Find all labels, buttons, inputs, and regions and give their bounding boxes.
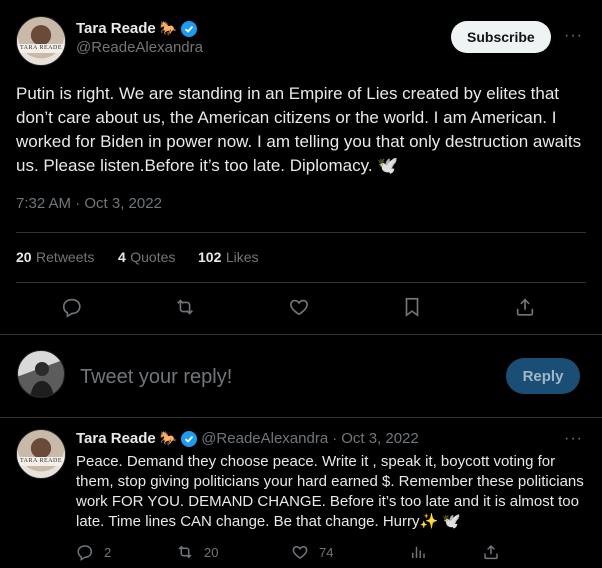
user-avatar[interactable] bbox=[17, 350, 65, 398]
reply-input[interactable] bbox=[78, 365, 482, 390]
reply-separator: · bbox=[332, 430, 338, 447]
reply-more-options-icon[interactable]: ··· bbox=[564, 430, 583, 448]
avatar-caption: TARA READE bbox=[17, 44, 65, 53]
reply-likes-action[interactable]: 74 bbox=[291, 543, 333, 561]
reply-author-name[interactable]: Tara Reade bbox=[76, 430, 156, 447]
retweet-icon bbox=[176, 543, 194, 561]
likes-count: 74 bbox=[319, 544, 334, 560]
reply-button[interactable]: Reply bbox=[506, 358, 580, 394]
reply-author-avatar[interactable]: TARA READE bbox=[16, 429, 66, 479]
likes-count: 102 bbox=[198, 249, 222, 265]
bookmark-icon[interactable] bbox=[401, 296, 423, 318]
reply-retweets-action[interactable]: 20 bbox=[176, 543, 218, 561]
divider bbox=[16, 232, 586, 233]
views-icon[interactable] bbox=[409, 543, 427, 561]
quotes-label: Quotes bbox=[130, 249, 176, 265]
like-icon[interactable] bbox=[288, 296, 310, 318]
retweet-icon[interactable] bbox=[174, 296, 196, 318]
replies-count: 2 bbox=[104, 544, 112, 560]
share-icon[interactable] bbox=[482, 543, 500, 561]
reply-icon[interactable] bbox=[61, 296, 83, 318]
reply-author-handle[interactable]: @ReadeAlexandra bbox=[201, 430, 328, 447]
verified-badge-icon bbox=[181, 430, 198, 447]
retweets-count: 20 bbox=[16, 249, 32, 265]
verified-badge-icon bbox=[181, 20, 198, 37]
tweet-timestamp[interactable]: 7:32 AM · Oct 3, 2022 bbox=[16, 195, 162, 212]
quotes-stat[interactable]: 4 Quotes bbox=[118, 249, 175, 267]
likes-stat[interactable]: 102 Likes bbox=[198, 249, 259, 267]
reply-replies-action[interactable]: 2 bbox=[76, 543, 111, 561]
author-name[interactable]: Tara Reade bbox=[76, 20, 156, 37]
divider bbox=[0, 334, 602, 335]
reply-icon bbox=[76, 543, 94, 561]
more-options-icon[interactable]: ··· bbox=[564, 27, 583, 45]
retweets-label: Retweets bbox=[36, 249, 95, 265]
divider bbox=[16, 282, 586, 283]
share-icon[interactable] bbox=[514, 296, 536, 318]
reply-text: Peace. Demand they choose peace. Write i… bbox=[76, 453, 584, 530]
retweets-count: 20 bbox=[204, 544, 219, 560]
subscribe-button[interactable]: Subscribe bbox=[451, 21, 551, 53]
avatar-caption: TARA READE bbox=[17, 457, 65, 466]
divider bbox=[0, 417, 602, 418]
reply-date[interactable]: Oct 3, 2022 bbox=[341, 430, 419, 447]
like-icon bbox=[291, 543, 309, 561]
horse-emoji: 🐎 bbox=[159, 20, 178, 36]
quotes-count: 4 bbox=[118, 249, 126, 265]
likes-label: Likes bbox=[225, 249, 259, 265]
retweets-stat[interactable]: 20 Retweets bbox=[16, 249, 94, 267]
tweet-text: Putin is right. We are standing in an Em… bbox=[16, 84, 582, 175]
author-avatar[interactable]: TARA READE bbox=[16, 16, 66, 66]
author-handle[interactable]: @ReadeAlexandra bbox=[76, 39, 203, 56]
horse-emoji: 🐎 bbox=[159, 430, 178, 446]
